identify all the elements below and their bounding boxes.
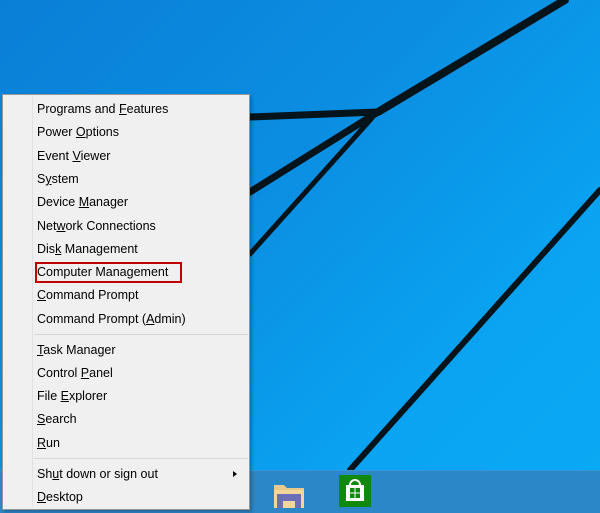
menu-item-disk-management[interactable]: Disk Management [33, 238, 247, 260]
computer-management-highlight [35, 262, 182, 284]
menu-item-device-manager[interactable]: Device Manager [33, 191, 247, 213]
wallpaper-line [374, 0, 569, 116]
menu-item-file-explorer[interactable]: File Explorer [33, 385, 247, 407]
menu-item-label: System [37, 171, 79, 186]
menu-item-label: Shut down or sign out [37, 466, 158, 481]
menu-item-shut-down-or-sign-out[interactable]: Shut down or sign out [33, 463, 247, 485]
menu-item-label: Command Prompt (Admin) [37, 311, 186, 326]
menu-item-label: File Explorer [37, 389, 108, 404]
menu-item-event-viewer[interactable]: Event Viewer [33, 145, 247, 167]
wallpaper-line [247, 115, 375, 257]
store-bag-icon [339, 475, 371, 507]
menu-item-label: Task Manager [37, 342, 116, 357]
menu-item-control-panel[interactable]: Control Panel [33, 362, 247, 384]
taskbar-file-explorer-button[interactable] [272, 477, 306, 511]
wallpaper-line [347, 187, 600, 473]
menu-item-search[interactable]: Search [33, 408, 247, 430]
menu-item-power-options[interactable]: Power Options [33, 121, 247, 143]
menu-item-label: Power Options [37, 125, 119, 140]
menu-separator [34, 458, 248, 459]
menu-item-label: Disk Management [37, 241, 138, 256]
menu-item-desktop[interactable]: Desktop [33, 486, 247, 508]
wallpaper-line [246, 108, 382, 121]
menu-separator [34, 334, 248, 335]
winx-context-menu: Programs and Features Power Options Event … [2, 94, 250, 510]
menu-item-label: Run [37, 435, 60, 450]
menu-item-label: Search [37, 412, 77, 427]
desktop[interactable]: Programs and Features Power Options Event … [0, 0, 600, 513]
menu-item-programs-and-features[interactable]: Programs and Features [33, 98, 247, 120]
menu-item-label: Device Manager [37, 195, 129, 210]
menu-item-run[interactable]: Run [33, 432, 247, 454]
menu-item-label: Control Panel [37, 365, 113, 380]
menu-item-system[interactable]: System [33, 168, 247, 190]
taskbar-store-button[interactable] [339, 475, 373, 509]
menu-item-command-prompt[interactable]: Command Prompt [33, 284, 247, 306]
menu-item-label: Command Prompt [37, 288, 139, 303]
menu-item-label: Event Viewer [37, 148, 111, 163]
menu-item-label: Network Connections [37, 218, 156, 233]
menu-item-label: Desktop [37, 489, 83, 504]
menu-item-task-manager[interactable]: Task Manager [33, 339, 247, 361]
folder-icon [274, 485, 304, 508]
menu-item-command-prompt-admin[interactable]: Command Prompt (Admin) [33, 308, 247, 330]
submenu-arrow-icon [233, 470, 237, 477]
menu-item-label: Programs and Features [37, 102, 169, 116]
menu-item-network-connections[interactable]: Network Connections [33, 215, 247, 237]
